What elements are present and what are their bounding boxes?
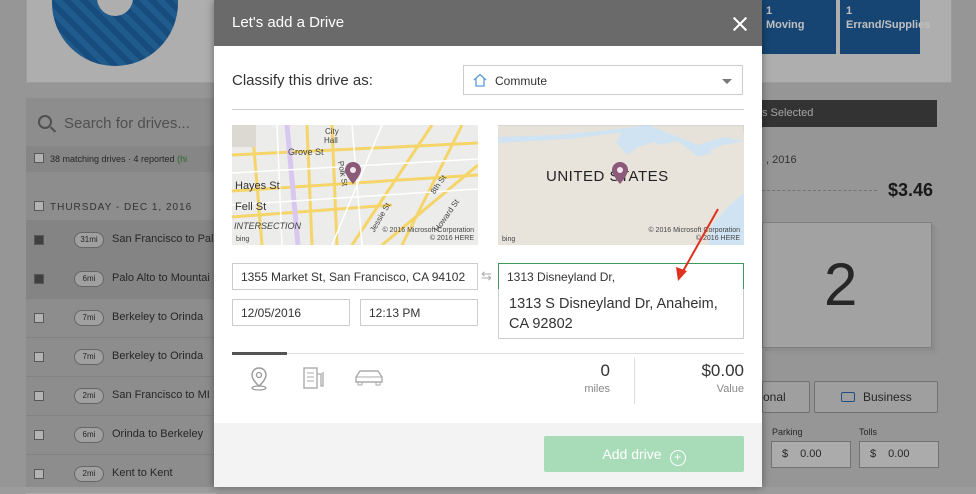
date-input[interactable]: 12/05/2016 [232, 299, 350, 326]
value-amount: $0.00 [701, 361, 744, 380]
stats-divider [634, 358, 635, 404]
miles-value: 0 [600, 361, 610, 380]
divider [232, 109, 744, 110]
address-suggestion[interactable]: 1313 S Disneyland Dr, Anaheim, CA 92802 [498, 289, 744, 339]
tab-fuel-icon[interactable] [302, 366, 326, 390]
tab-car-icon[interactable] [353, 366, 385, 390]
origin-map[interactable]: City Hall Grove St Hayes St Fell St Polk… [232, 125, 478, 245]
map-country-label: UNITED STATES [546, 168, 669, 185]
location-pin-icon [345, 162, 361, 184]
copyright-line: © 2016 Microsoft Corporation [382, 227, 474, 234]
add-drive-button[interactable]: Add drive + [544, 436, 744, 472]
chevron-down-icon [722, 79, 732, 84]
map-label: City [325, 127, 339, 136]
map-label: Hall [324, 136, 338, 145]
classify-label: Classify this drive as: [232, 72, 373, 89]
bing-logo: bing [502, 236, 516, 243]
modal-header: Let's add a Drive [214, 0, 762, 46]
map-label: Grove St [288, 147, 324, 157]
plus-icon: + [669, 450, 686, 466]
home-icon [473, 73, 487, 87]
copyright-line: © 2016 HERE [429, 235, 474, 242]
swap-icon[interactable]: ⇆ [481, 268, 492, 284]
annotation-arrow-icon [676, 208, 719, 281]
classify-select[interactable]: Commute [463, 65, 743, 95]
from-address-input[interactable]: 1355 Market St, San Francisco, CA 94102 [232, 263, 478, 290]
time-input[interactable]: 12:13 PM [360, 299, 478, 326]
value-label: Value [716, 383, 744, 395]
add-drive-label: Add drive [602, 446, 662, 462]
map-label: Hayes St [235, 180, 280, 192]
close-icon[interactable] [732, 16, 748, 32]
bing-logo: bing [236, 236, 250, 243]
map-label: Fell St [235, 201, 267, 213]
modal-title: Let's add a Drive [232, 14, 345, 31]
miles-label: miles [584, 383, 610, 395]
tabs-divider [232, 353, 744, 354]
active-tab-indicator [232, 352, 287, 355]
map-copyright: © 2016 Microsoft Corporation © 2016 HERE [382, 227, 474, 243]
location-pin-icon [612, 162, 628, 184]
tab-location-icon[interactable] [248, 366, 270, 392]
classify-value: Commute [495, 74, 548, 88]
map-label: INTERSECTION [234, 221, 302, 231]
